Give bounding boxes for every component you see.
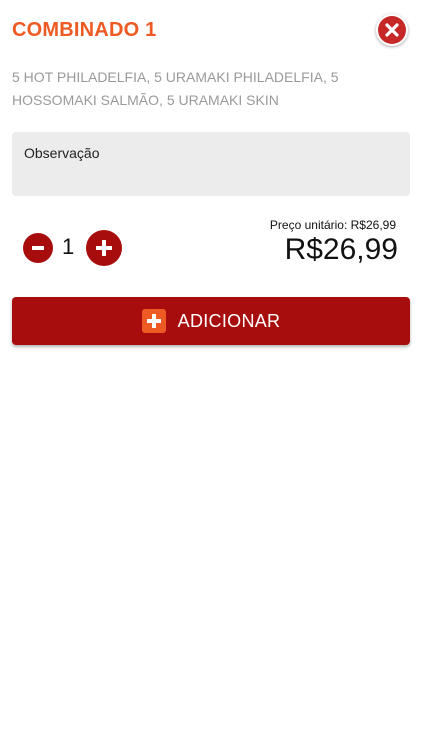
- total-price: R$26,99: [284, 233, 398, 266]
- add-button-label: ADICIONAR: [177, 310, 281, 331]
- unit-price: Preço unitário: R$26,99: [269, 218, 396, 232]
- observation-field[interactable]: Observação: [12, 132, 410, 196]
- increase-quantity-button[interactable]: [86, 230, 122, 266]
- product-title: COMBINADO 1: [12, 19, 157, 41]
- plus-square-icon: [141, 309, 166, 333]
- quantity-value: 1: [62, 234, 75, 259]
- product-description: 5 HOT PHILADELFIA, 5 URAMAKI PHILADELFIA…: [12, 69, 339, 108]
- close-button[interactable]: [376, 14, 408, 46]
- observation-label: Observação: [24, 145, 100, 161]
- minus-icon: [32, 246, 44, 250]
- product-modal: COMBINADO 1 5 HOT PHILADELFIA, 5 URAMAKI…: [0, 0, 422, 750]
- decrease-quantity-button[interactable]: [23, 233, 53, 263]
- close-icon: [378, 16, 406, 44]
- add-to-cart-button[interactable]: ADICIONAR: [12, 297, 410, 345]
- plus-icon: [96, 240, 112, 256]
